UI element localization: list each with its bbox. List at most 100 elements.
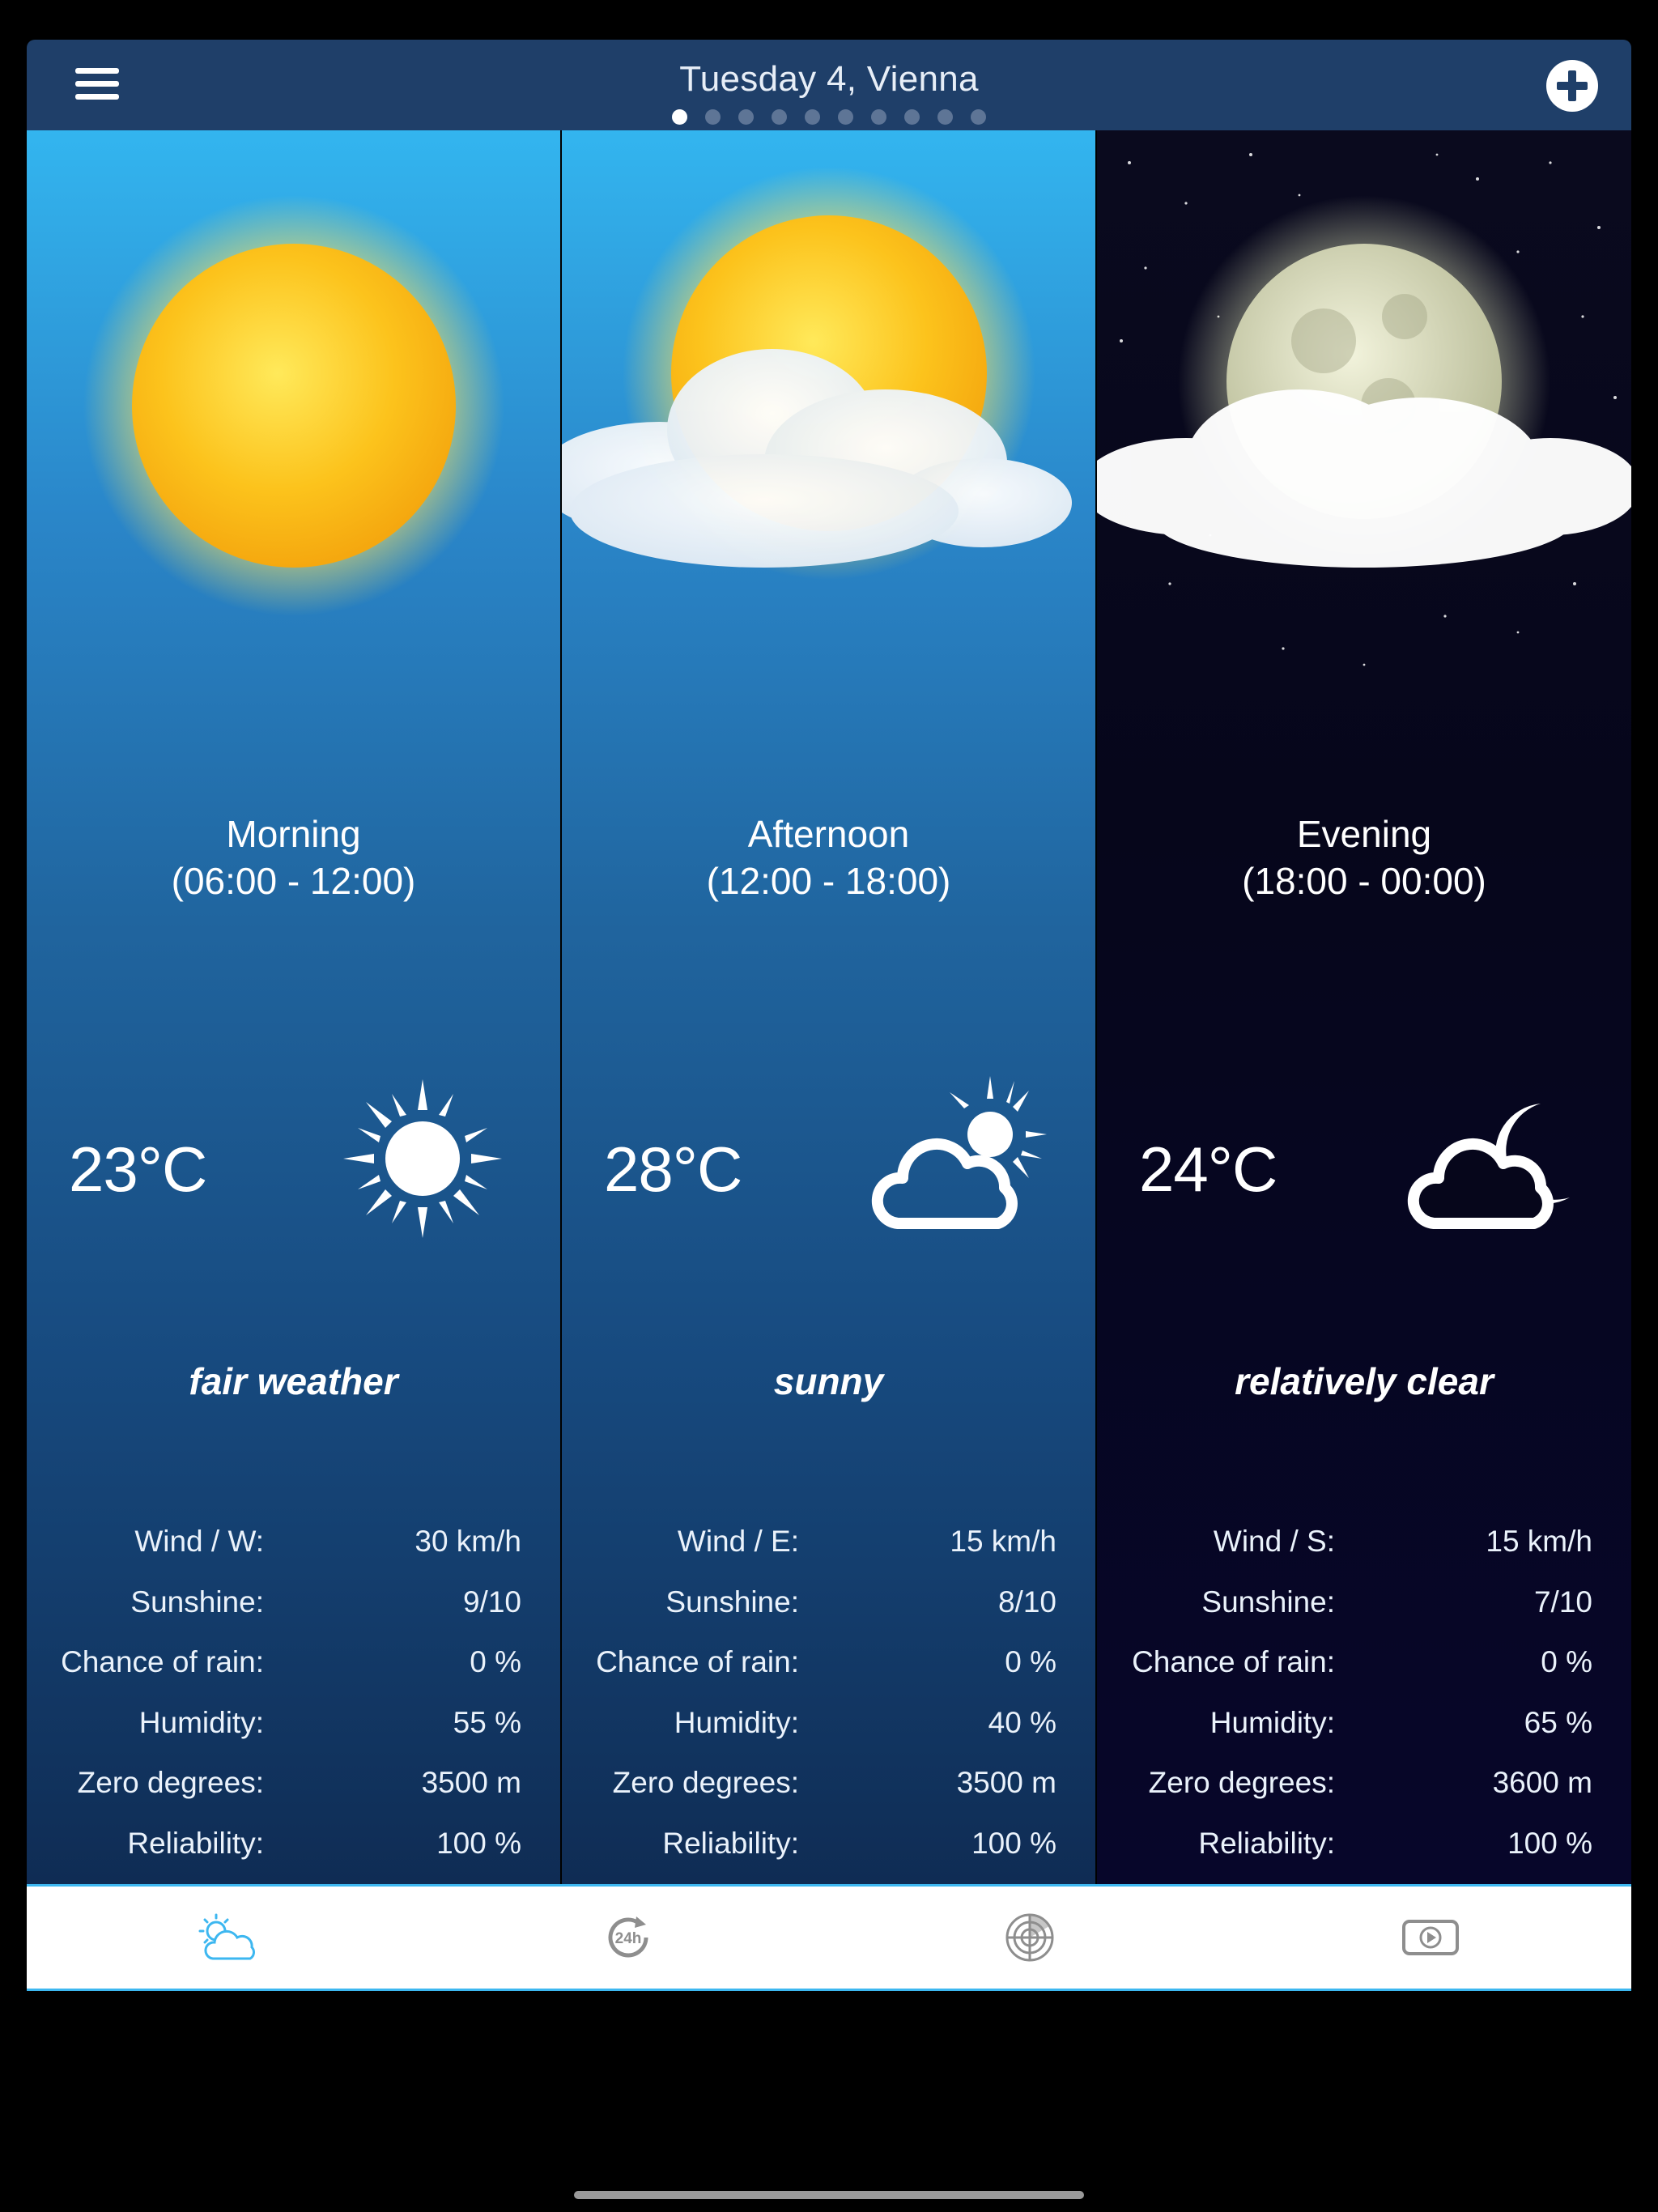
panel-afternoon[interactable]: Afternoon (12:00 - 18:00) 28°C sunny Win… (562, 130, 1095, 1884)
stat-label: Sunshine: (130, 1585, 264, 1619)
stat-label: Zero degrees: (612, 1766, 799, 1799)
stats-list: Wind / W: 30 km/h Sunshine: 9/10 Chance of… (27, 1525, 560, 1884)
moon-cloud-illustration (1097, 153, 1631, 666)
add-location-button[interactable] (1545, 59, 1599, 113)
period-title: Evening (18:00 - 00:00) (1097, 810, 1631, 904)
stat-row: Zero degrees: 3600 m (1097, 1766, 1631, 1827)
stat-row: Reliability: 100 % (27, 1827, 560, 1885)
radar-tab-icon (1005, 1913, 1054, 1962)
video-tab-icon (1402, 1920, 1460, 1955)
stat-label: Humidity: (674, 1705, 799, 1739)
stat-label: Humidity: (1209, 1705, 1335, 1739)
page-indicator (27, 109, 1631, 125)
stat-value: 40 % (988, 1705, 1056, 1739)
stat-row: Humidity: 65 % (1097, 1706, 1631, 1767)
tab-video[interactable] (1231, 1887, 1632, 1989)
stat-row: Humidity: 55 % (27, 1706, 560, 1767)
period-name: Evening (1296, 813, 1432, 855)
stat-row: Zero degrees: 3500 m (562, 1766, 1095, 1827)
stat-value: 100 % (971, 1826, 1056, 1860)
stat-row: Sunshine: 8/10 (562, 1585, 1095, 1646)
condition-text: sunny (773, 1360, 884, 1402)
tab-weather[interactable] (27, 1887, 428, 1989)
sun-illustration (83, 195, 504, 616)
stat-label: Wind / E: (677, 1525, 799, 1558)
24h-tab-icon: 24h (608, 1916, 648, 1958)
weather-tab-icon (198, 1913, 255, 1960)
stat-value: 65 % (1524, 1705, 1592, 1739)
temperature: 28°C (604, 1134, 742, 1205)
top-bar: Tuesday 4, Vienna (27, 40, 1631, 130)
cloudy-night-icon (1407, 1104, 1570, 1229)
stat-label: Zero degrees: (77, 1766, 264, 1799)
period-title: Morning (06:00 - 12:00) (27, 810, 560, 904)
sun-cloud-illustration (562, 167, 1072, 580)
stat-value: 3500 m (956, 1766, 1056, 1799)
stat-label: Sunshine: (1201, 1585, 1335, 1619)
plus-circle-icon (1546, 60, 1598, 112)
stat-row: Humidity: 40 % (562, 1706, 1095, 1767)
stat-value: 30 km/h (414, 1525, 521, 1558)
tab-radar[interactable] (829, 1887, 1231, 1989)
page-dot[interactable] (871, 109, 886, 125)
stat-value: 3500 m (421, 1766, 521, 1799)
forecast-panels: Morning (06:00 - 12:00) 23°C fair weathe… (27, 130, 1631, 1884)
stat-row: Chance of rain: 0 % (27, 1645, 560, 1706)
stat-value: 15 km/h (1486, 1525, 1592, 1558)
stat-value: 0 % (470, 1645, 521, 1678)
stat-value: 3600 m (1492, 1766, 1592, 1799)
stat-label: Chance of rain: (596, 1645, 799, 1678)
stat-row: Wind / S: 15 km/h (1097, 1525, 1631, 1585)
page-dot[interactable] (937, 109, 953, 125)
period-name: Afternoon (747, 813, 910, 855)
stat-label: Sunshine: (665, 1585, 799, 1619)
period-title: Afternoon (12:00 - 18:00) (562, 810, 1095, 904)
stat-label: Reliability: (127, 1826, 264, 1860)
stat-label: Wind / S: (1213, 1525, 1335, 1558)
stat-row: Reliability: 100 % (1097, 1827, 1631, 1885)
stat-label: Humidity: (138, 1705, 264, 1739)
tab-24h[interactable]: 24h (428, 1887, 830, 1989)
page-dot[interactable] (904, 109, 920, 125)
panel-morning[interactable]: Morning (06:00 - 12:00) 23°C fair weathe… (27, 130, 560, 1884)
temperature: 24°C (1139, 1134, 1278, 1205)
stat-row: Sunshine: 7/10 (1097, 1585, 1631, 1646)
stat-row: Zero degrees: 3500 m (27, 1766, 560, 1827)
page-dot[interactable] (705, 109, 721, 125)
stat-value: 100 % (436, 1826, 521, 1860)
stat-value: 100 % (1507, 1826, 1592, 1860)
stat-value: 8/10 (997, 1585, 1056, 1619)
stat-label: Chance of rain: (1132, 1645, 1335, 1678)
stat-value: 0 % (1541, 1645, 1592, 1678)
stat-label: Zero degrees: (1148, 1766, 1335, 1799)
partly-cloudy-icon (871, 1076, 1047, 1229)
stat-label: Reliability: (1198, 1826, 1335, 1860)
tab-bar: 24h (27, 1884, 1631, 1991)
stat-label: Wind / W: (134, 1525, 264, 1558)
page-dot[interactable] (838, 109, 853, 125)
condition-text: fair weather (189, 1360, 398, 1402)
stat-value: 9/10 (462, 1585, 521, 1619)
stat-value: 7/10 (1533, 1585, 1592, 1619)
stat-value: 15 km/h (950, 1525, 1056, 1558)
sun-icon (343, 1079, 502, 1238)
page-dot[interactable] (672, 109, 687, 125)
page-dot[interactable] (772, 109, 787, 125)
stats-list: Wind / S: 15 km/h Sunshine: 7/10 Chance of… (1097, 1525, 1631, 1884)
page-dot[interactable] (971, 109, 986, 125)
svg-text:24h: 24h (615, 1930, 642, 1947)
stat-label: Chance of rain: (61, 1645, 264, 1678)
stat-value: 55 % (453, 1705, 521, 1739)
stat-value: 0 % (1005, 1645, 1056, 1678)
period-hours: (18:00 - 00:00) (1242, 860, 1486, 902)
page-dot[interactable] (805, 109, 820, 125)
stat-row: Wind / W: 30 km/h (27, 1525, 560, 1585)
stat-row: Sunshine: 9/10 (27, 1585, 560, 1646)
panel-evening[interactable]: Evening (18:00 - 00:00) 24°C relatively … (1097, 130, 1631, 1884)
home-indicator[interactable] (574, 2191, 1084, 2199)
page-dot[interactable] (738, 109, 754, 125)
stat-row: Wind / E: 15 km/h (562, 1525, 1095, 1585)
stat-row: Chance of rain: 0 % (562, 1645, 1095, 1706)
stat-row: Reliability: 100 % (562, 1827, 1095, 1885)
page-title: Tuesday 4, Vienna (679, 59, 979, 99)
